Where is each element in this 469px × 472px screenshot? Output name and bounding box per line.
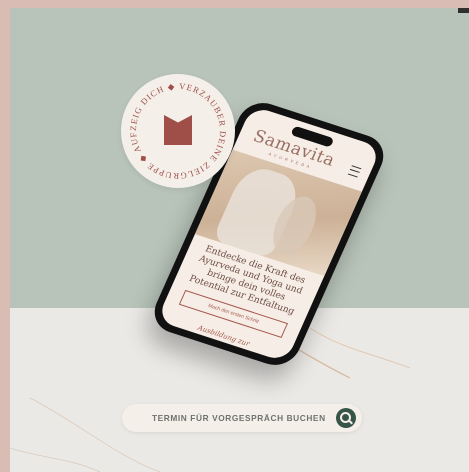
hamburger-menu-icon[interactable] (347, 165, 362, 178)
booking-button-label: TERMIN FÜR VORGESPRÄCH BUCHEN (152, 413, 326, 423)
corner-mark (458, 8, 469, 13)
booking-button[interactable]: TERMIN FÜR VORGESPRÄCH BUCHEN (122, 404, 362, 432)
mockup-scene: Samavita AYURVEDA Entdecke die Kraft des… (10, 8, 469, 472)
search-icon[interactable] (336, 408, 356, 428)
circular-badge: ZEIG DICH ◆ VERZAUBER DEINE ZIELGRUPPE ◆… (121, 74, 235, 188)
